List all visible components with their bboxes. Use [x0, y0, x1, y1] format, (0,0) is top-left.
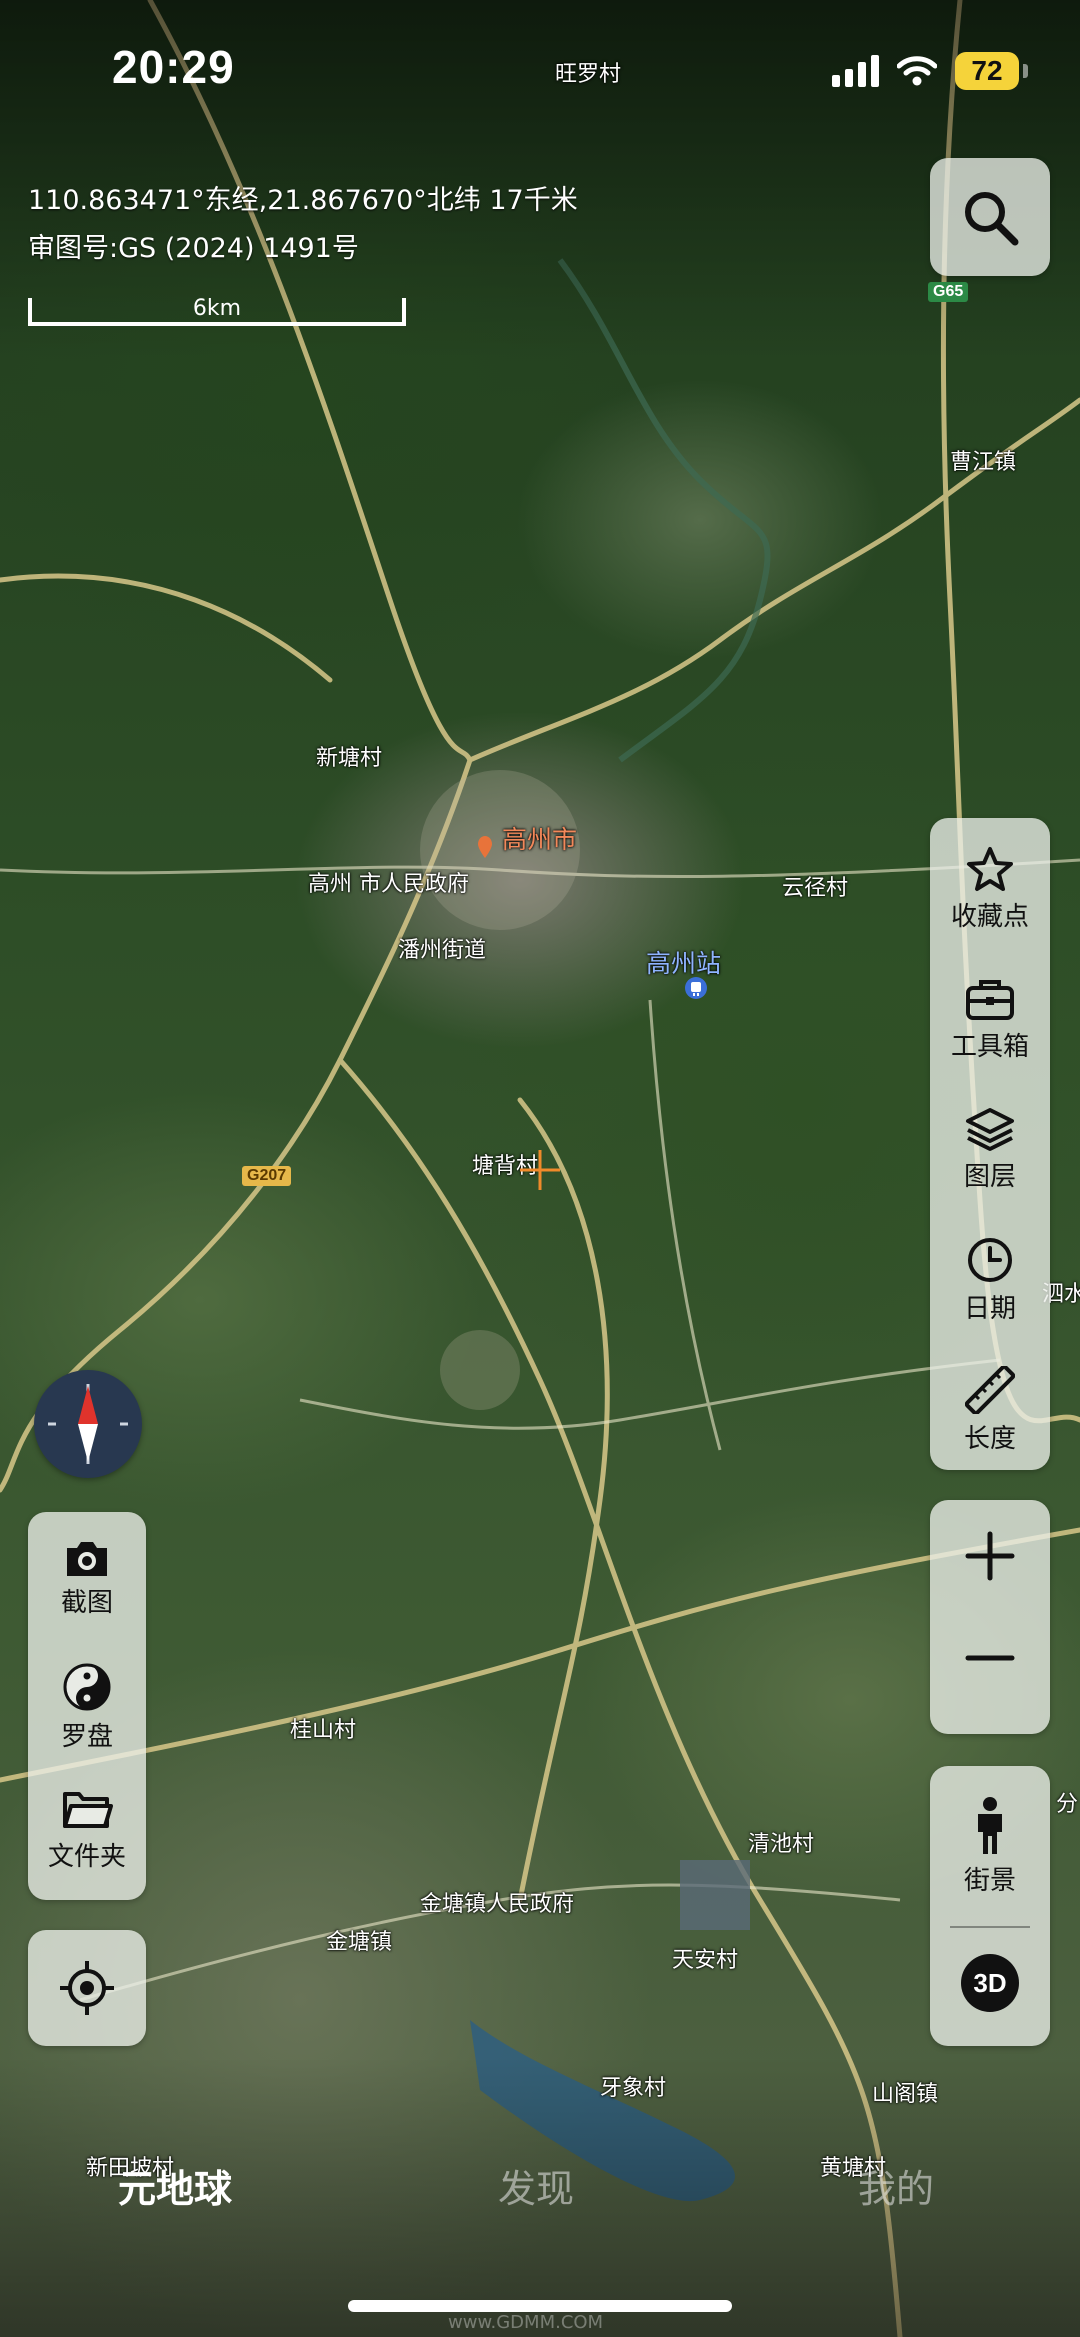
search-icon — [965, 192, 1019, 246]
length-label: 长度 — [963, 1424, 1016, 1454]
toolbox-label: 工具箱 — [950, 1032, 1029, 1062]
battery-tip — [1023, 64, 1028, 78]
map-label[interactable]: 天安村 — [672, 1942, 738, 1974]
map-label[interactable]: 山阁镇 — [872, 2076, 938, 2108]
panel-divider — [950, 1926, 1030, 1928]
coordinates-readout: 110.863471°东经,21.867670°北纬 17千米 — [28, 185, 578, 216]
clock-icon — [968, 1238, 1012, 1282]
station-label[interactable]: 高州站 — [646, 944, 721, 980]
tab-discover[interactable]: 发现 — [498, 2158, 574, 2213]
street-view-button[interactable]: 街景 — [930, 1796, 1050, 1897]
map-label[interactable]: 潘州街道 — [398, 932, 486, 964]
plus-icon — [965, 1531, 1015, 1581]
city-marker-icon — [478, 836, 492, 858]
favorites-button[interactable]: 收藏点 — [930, 846, 1050, 933]
map-review-number: 审图号:GS (2024) 1491号 — [28, 233, 359, 264]
luopan-label: 罗盘 — [60, 1722, 113, 1752]
crosshair-icon — [520, 1150, 560, 1190]
compass-needle-icon — [48, 1384, 128, 1464]
tab-mine[interactable]: 我的 — [858, 2158, 934, 2213]
map-label[interactable]: 旺罗村 — [555, 56, 621, 88]
folder-label: 文件夹 — [47, 1842, 126, 1872]
minus-icon — [965, 1655, 1015, 1661]
screen: 旺罗村 曹江镇 新塘村 高州市 高州 市人民政府 潘州街道 高州站 云径村 塘背… — [0, 0, 1080, 2337]
map-label[interactable]: 桂山村 — [290, 1712, 356, 1744]
scale-label: 6km — [192, 296, 242, 321]
map-label[interactable]: 高州 市人民政府 — [308, 866, 469, 898]
wifi-icon — [897, 56, 937, 86]
map-label[interactable]: 金塘镇人民政府 — [420, 1886, 574, 1918]
screenshot-label: 截图 — [60, 1588, 113, 1618]
left-toolbar: 截图 罗盘 文件夹 — [28, 1512, 146, 1900]
toolbox-button[interactable]: 工具箱 — [930, 976, 1050, 1063]
zoom-out-button[interactable] — [930, 1648, 1050, 1698]
city-label[interactable]: 高州市 — [502, 820, 577, 856]
status-icons: 72 — [832, 52, 1028, 90]
person-icon — [978, 1797, 1002, 1854]
star-icon — [967, 847, 1013, 891]
search-button[interactable] — [930, 158, 1050, 276]
ruler-icon — [965, 1366, 1015, 1414]
3d-icon: 3D — [961, 1954, 1019, 2012]
right-toolbar: 收藏点 工具箱 图层 日期 长度 — [930, 818, 1050, 1470]
folder-icon — [63, 1792, 113, 1828]
train-station-icon — [685, 977, 707, 999]
map-label[interactable]: 云径村 — [782, 870, 848, 902]
locate-button[interactable] — [28, 1930, 146, 2046]
status-time: 20:29 — [112, 41, 235, 93]
map-label[interactable]: 牙象村 — [600, 2070, 666, 2102]
camera-icon — [67, 1542, 107, 1576]
yin-yang-icon — [63, 1663, 111, 1711]
screenshot-button[interactable]: 截图 — [28, 1538, 146, 1619]
compass-button[interactable] — [34, 1370, 142, 1478]
tab-meta-earth[interactable]: 元地球 — [118, 2158, 232, 2213]
toolbox-icon — [966, 980, 1014, 1020]
watermark: www.GDMM.COM — [448, 2312, 604, 2333]
zoom-in-button[interactable] — [930, 1530, 1050, 1590]
luopan-button[interactable]: 罗盘 — [28, 1662, 146, 1753]
3d-button[interactable]: 3D — [930, 1954, 1050, 2012]
battery-level: 72 — [955, 52, 1019, 90]
favorites-label: 收藏点 — [950, 902, 1029, 932]
locate-icon — [60, 1961, 114, 2015]
map-label[interactable]: 新塘村 — [316, 740, 382, 772]
map-label[interactable]: 曹江镇 — [950, 444, 1016, 476]
folder-button[interactable]: 文件夹 — [28, 1788, 146, 1873]
road-shield-g65: G65 — [928, 282, 969, 302]
layers-label: 图层 — [963, 1162, 1016, 1192]
layers-icon — [966, 1108, 1014, 1151]
road-shield-g207: G207 — [242, 1166, 292, 1186]
map-label[interactable]: 清池村 — [748, 1826, 814, 1858]
date-label: 日期 — [963, 1294, 1016, 1324]
home-indicator[interactable] — [348, 2300, 732, 2312]
map-label[interactable]: 分 — [1056, 1786, 1078, 1818]
scale-bar: 6km — [28, 292, 406, 326]
length-button[interactable]: 长度 — [930, 1366, 1050, 1455]
view-mode-panel: 街景 3D — [930, 1766, 1050, 2046]
date-button[interactable]: 日期 — [930, 1236, 1050, 1325]
zoom-controls — [930, 1500, 1050, 1734]
layers-button[interactable]: 图层 — [930, 1106, 1050, 1193]
cellular-signal-icon — [832, 55, 879, 87]
map-label[interactable]: 金塘镇 — [326, 1924, 392, 1956]
street-view-label: 街景 — [963, 1866, 1016, 1896]
